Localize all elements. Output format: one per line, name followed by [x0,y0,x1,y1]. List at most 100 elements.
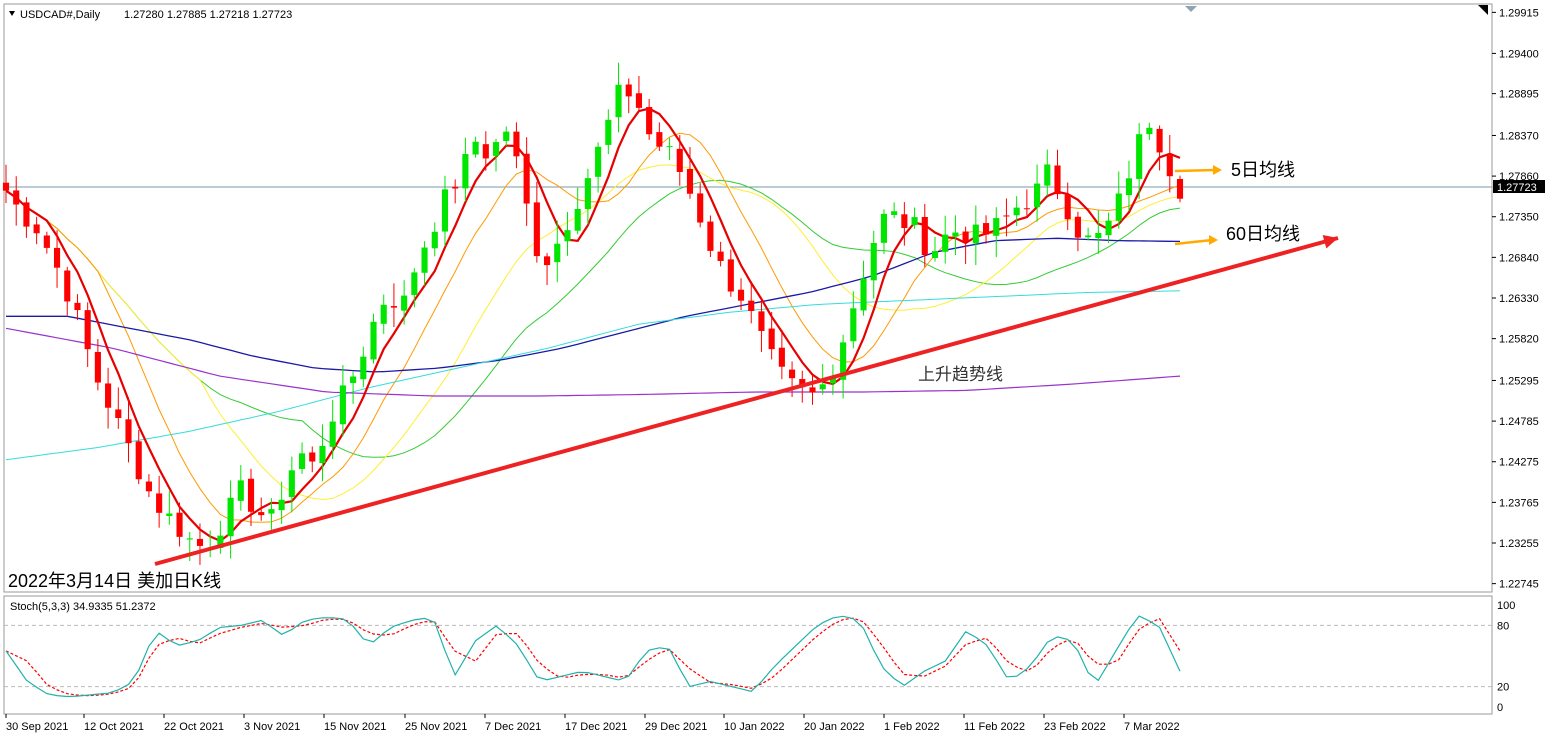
symbol-label: USDCAD#,Daily [20,9,101,21]
candle-body [23,202,30,227]
candle-body [656,132,663,147]
candle-body [697,193,704,223]
candle-body [390,306,397,308]
candle-body [53,247,61,268]
time-tick-label: 1 Feb 2022 [884,721,940,733]
candle-body [595,146,602,177]
candle-body [717,251,724,261]
time-tick-label: 29 Dec 2021 [645,721,707,733]
price-tick-label: 1.25820 [1499,334,1539,346]
usdcad-daily-chart: 1.299151.294001.288951.283701.278601.273… [0,0,1553,744]
candle-body [115,409,122,419]
candle-body [1085,235,1092,238]
candle-body [166,513,173,517]
time-tick-label: 10 Jan 2022 [724,721,785,733]
candle-body [543,256,551,266]
stoch-tick-label: 100 [1497,600,1515,612]
current-price-tag: 1.27723 [1493,180,1545,194]
candle-body [1156,128,1163,153]
stoch-header: Stoch(5,3,3) 34.9335 51.2372 [10,601,156,613]
candle-body [891,211,898,216]
candle-body [758,311,765,331]
stoch-tick-label: 20 [1497,682,1509,694]
candle-body [1054,165,1061,195]
candle-body [431,231,438,249]
candle-body [768,328,775,350]
price-tick-label: 1.24275 [1499,457,1539,469]
candle-body [1023,208,1030,210]
stoch-panel[interactable] [3,595,1493,715]
price-tick-label: 1.28370 [1499,130,1539,142]
price-panel[interactable] [3,3,1493,593]
candle-body [942,234,949,252]
candle-body [2,182,10,191]
candle-body [360,356,367,380]
price-tick-label: 1.23255 [1499,538,1539,550]
candle-body [584,178,591,210]
candle-body [605,119,612,145]
candle-body [237,480,244,501]
time-tick-label: 23 Feb 2022 [1044,721,1106,733]
candle-body [94,351,101,383]
candle-body [635,93,643,108]
candle-body [748,300,755,311]
candle-body [309,452,316,462]
candle-body [921,216,928,256]
price-tick-label: 1.29400 [1499,48,1539,60]
candle-body [686,168,694,194]
candle-body [196,538,204,546]
candle-body [492,142,500,156]
candle-body [931,251,939,258]
time-tick-label: 7 Mar 2022 [1124,721,1180,733]
candle-body [1176,178,1184,199]
candle-body [1034,183,1041,208]
price-tick-label: 1.24785 [1499,416,1539,428]
candle-body [84,310,91,350]
candle-body [319,445,326,463]
candle-body [1125,178,1133,196]
time-tick-label: 3 Nov 2021 [244,721,300,733]
candle-body [339,385,346,425]
price-tick-label: 1.27350 [1499,212,1539,224]
time-tick-label: 15 Nov 2021 [324,721,386,733]
candle-body [411,272,418,295]
price-tick-label: 1.26840 [1499,252,1539,264]
candle-body [727,259,734,292]
candle-body [625,84,632,97]
candle-body [513,131,520,157]
candle-body [135,441,142,480]
candle-body [1166,155,1173,177]
price-tick-label: 1.28895 [1499,89,1539,101]
candle-body [298,453,306,469]
trendline-annotation: 上升趋势线 [918,365,1003,384]
candle-body [646,107,653,135]
candle-body [43,235,50,248]
candle-body [1115,193,1122,221]
stoch-tick-label: 0 [1497,702,1503,714]
candle-body [462,154,469,189]
candle-body [105,383,112,408]
candle-body [564,230,571,242]
candle-body [901,214,908,229]
ohlc-values: 1.27280 1.27885 1.27218 1.27723 [124,9,292,21]
candle-body [33,224,40,234]
candle-body [554,243,561,263]
candle-body [707,221,714,251]
candle-body [268,509,275,514]
candle-body [74,302,81,311]
candle-body [1064,194,1071,220]
candle-body [666,146,673,148]
candle-body [145,481,152,492]
candle-body [329,421,336,447]
candle-body [860,278,867,311]
candle-body [880,213,888,243]
price-tick-label: 1.25295 [1499,375,1539,387]
candle-body [789,369,796,379]
time-tick-label: 22 Oct 2021 [164,721,224,733]
time-tick-label: 30 Sep 2021 [6,721,68,733]
candle-body [64,270,71,302]
candle-body [278,499,285,511]
candle-body [809,387,816,393]
candle-body [247,478,255,512]
price-axis: 1.299151.294001.288951.283701.278601.273… [1492,7,1539,591]
